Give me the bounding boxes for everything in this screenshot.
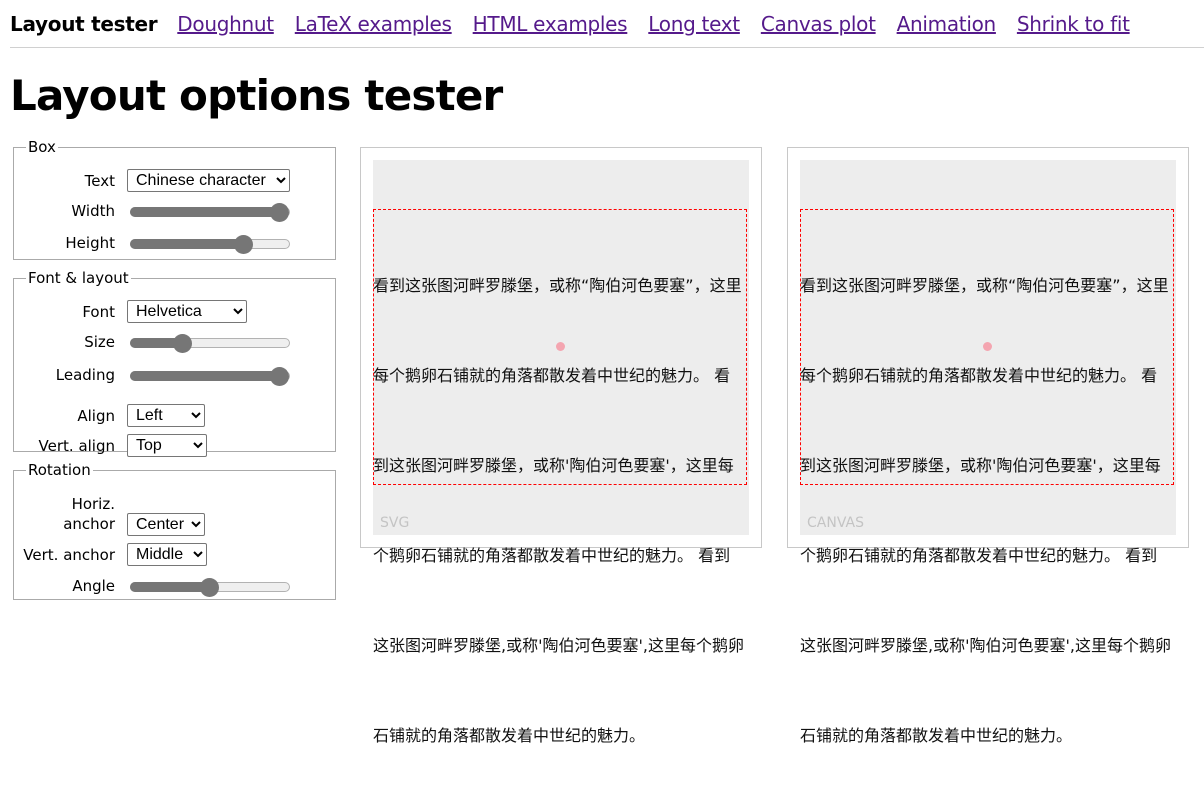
size-slider[interactable] xyxy=(130,334,290,353)
canvas-preview-area: 看到这张图河畔罗滕堡，或称“陶伯河色要塞”，这里 每个鹅卵石铺就的角落都散发着中… xyxy=(800,160,1176,745)
font-layout-fieldset: Font & layout Font Helvetica Size Leadin… xyxy=(13,269,336,457)
hanchor-select[interactable]: Center xyxy=(127,513,205,536)
svg-text-line: 看到这张图河畔罗滕堡，或称“陶伯河色要塞”，这里 xyxy=(373,276,742,295)
vanchor-row: Vert. anchor Middle xyxy=(14,543,335,573)
height-label: Height xyxy=(65,234,115,252)
height-row: Height xyxy=(14,233,335,263)
angle-slider-fill xyxy=(130,582,210,592)
canvas-text-line: 个鹅卵石铺就的角落都散发着中世纪的魅力。 看到 xyxy=(800,546,1158,565)
nav-link-long-text[interactable]: Long text xyxy=(648,12,740,36)
nav-link-shrink-to-fit[interactable]: Shrink to fit xyxy=(1017,12,1130,36)
canvas-preview-panel: 看到这张图河畔罗滕堡，或称“陶伯河色要塞”，这里 每个鹅卵石铺就的角落都散发着中… xyxy=(787,147,1189,745)
leading-slider-thumb[interactable] xyxy=(270,367,289,386)
align-label: Align xyxy=(77,407,115,425)
svg-label: SVG xyxy=(380,515,410,531)
svg-text-line: 石铺就的角落都散发着中世纪的魅力。 xyxy=(373,726,646,745)
align-select[interactable]: Left xyxy=(127,404,205,427)
top-nav: Layout tester Doughnut LaTeX examples HT… xyxy=(10,0,1204,48)
canvas-text-line: 到这张图河畔罗滕堡，或称'陶伯河色要塞'，这里每 xyxy=(800,456,1161,475)
angle-label: Angle xyxy=(72,577,115,595)
rotation-legend: Rotation xyxy=(28,461,91,479)
rotation-fieldset: Rotation Horiz. anchor Center Vert. anch… xyxy=(13,462,336,600)
width-slider-fill xyxy=(130,207,288,217)
leading-row: Leading xyxy=(14,365,335,395)
hanchor-row: Horiz. anchor Center xyxy=(14,494,335,538)
canvas-text-line: 这张图河畔罗滕堡,或称'陶伯河色要塞',这里每个鹅卵 xyxy=(800,636,1171,655)
width-slider[interactable] xyxy=(130,203,290,222)
canvas-text-line: 每个鹅卵石铺就的角落都散发着中世纪的魅力。 看 xyxy=(800,366,1158,385)
canvas-preview-text: 看到这张图河畔罗滕堡，或称“陶伯河色要塞”，这里 每个鹅卵石铺就的角落都散发着中… xyxy=(800,211,1178,811)
svg-preview-text: 看到这张图河畔罗滕堡，或称“陶伯河色要塞”，这里 每个鹅卵石铺就的角落都散发着中… xyxy=(373,211,751,811)
svg-text-line: 这张图河畔罗滕堡,或称'陶伯河色要塞',这里每个鹅卵 xyxy=(373,636,744,655)
valign-row: Vert. align Top xyxy=(14,434,335,464)
height-slider-thumb[interactable] xyxy=(234,235,253,254)
svg-text-line: 到这张图河畔罗滕堡，或称'陶伯河色要塞'，这里每 xyxy=(373,456,734,475)
nav-link-animation[interactable]: Animation xyxy=(897,12,997,36)
align-row: Align Left xyxy=(14,404,335,434)
svg-preview-panel: 看到这张图河畔罗滕堡，或称“陶伯河色要塞”，这里 每个鹅卵石铺就的角落都散发着中… xyxy=(360,147,762,745)
anchor-point-marker xyxy=(556,342,565,351)
size-label: Size xyxy=(84,333,115,351)
height-slider-fill xyxy=(130,239,244,249)
width-label: Width xyxy=(71,202,115,220)
svg-preview-area: 看到这张图河畔罗滕堡，或称“陶伯河色要塞”，这里 每个鹅卵石铺就的角落都散发着中… xyxy=(373,160,749,745)
nav-link-doughnut[interactable]: Doughnut xyxy=(177,12,274,36)
box-fieldset: Box Text Chinese character Width Height xyxy=(13,139,336,260)
angle-slider-thumb[interactable] xyxy=(200,578,219,597)
canvas-text-line: 看到这张图河畔罗滕堡，或称“陶伯河色要塞”，这里 xyxy=(800,276,1169,295)
canvas-label: CANVAS xyxy=(807,515,864,531)
leading-slider-fill xyxy=(130,371,288,381)
size-slider-thumb[interactable] xyxy=(173,334,192,353)
page-title: Layout options tester xyxy=(10,71,503,120)
angle-row: Angle xyxy=(14,576,335,606)
valign-select[interactable]: Top xyxy=(127,434,207,457)
valign-label: Vert. align xyxy=(38,437,115,455)
nav-link-html-examples[interactable]: HTML examples xyxy=(473,12,628,36)
font-select[interactable]: Helvetica xyxy=(127,300,247,323)
width-slider-thumb[interactable] xyxy=(270,203,289,222)
width-row: Width xyxy=(14,201,335,231)
height-slider[interactable] xyxy=(130,235,290,254)
svg-text-line: 个鹅卵石铺就的角落都散发着中世纪的魅力。 看到 xyxy=(373,546,731,565)
nav-link-canvas-plot[interactable]: Canvas plot xyxy=(761,12,876,36)
font-row: Font Helvetica xyxy=(14,300,335,330)
vanchor-label: Vert. anchor xyxy=(23,546,115,564)
vanchor-select[interactable]: Middle xyxy=(127,543,207,566)
size-row: Size xyxy=(14,332,335,362)
svg-text-line: 每个鹅卵石铺就的角落都散发着中世纪的魅力。 看 xyxy=(373,366,731,385)
box-legend: Box xyxy=(28,138,56,156)
hanchor-label-line1: Horiz. xyxy=(71,495,115,513)
canvas-text-line: 石铺就的角落都散发着中世纪的魅力。 xyxy=(800,726,1073,745)
text-label: Text xyxy=(84,172,115,190)
leading-label: Leading xyxy=(55,366,115,384)
angle-slider[interactable] xyxy=(130,578,290,597)
hanchor-label-line2: anchor xyxy=(63,515,115,533)
text-select[interactable]: Chinese character xyxy=(127,169,290,192)
font-label: Font xyxy=(82,303,115,321)
text-row: Text Chinese character xyxy=(14,169,335,199)
hanchor-label: Horiz. anchor xyxy=(63,494,115,534)
anchor-point-marker xyxy=(983,342,992,351)
nav-link-latex-examples[interactable]: LaTeX examples xyxy=(295,12,452,36)
font-layout-legend: Font & layout xyxy=(28,269,129,287)
leading-slider[interactable] xyxy=(130,367,290,386)
nav-brand: Layout tester xyxy=(10,11,158,36)
